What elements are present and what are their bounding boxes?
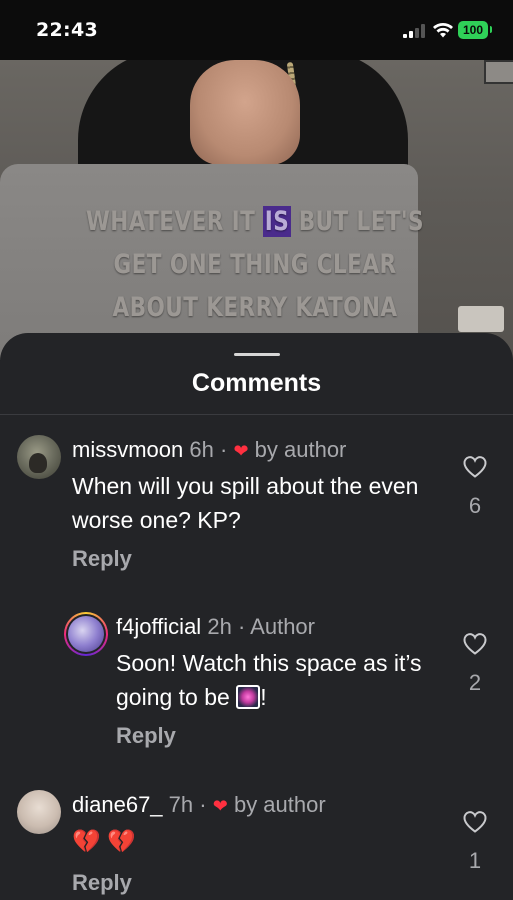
comment-username[interactable]: missvmoon — [72, 437, 183, 462]
heart-icon: ❤ — [212, 796, 228, 816]
status-bar: 22:43 100 — [0, 0, 513, 60]
avatar[interactable] — [17, 790, 61, 834]
reply-button[interactable]: Reply — [72, 870, 132, 896]
comment-username[interactable]: f4jofficial — [116, 614, 201, 639]
person-hands — [190, 60, 300, 165]
video-player[interactable]: WHATEVER IT IS BUT LET'S GET ONE THING C… — [0, 60, 513, 360]
meta-separator: · — [237, 614, 246, 639]
comment-time: 2h — [207, 614, 232, 639]
like-count: 6 — [468, 493, 482, 518]
heart-outline-icon[interactable] — [462, 810, 488, 834]
like-count: 2 — [468, 670, 482, 695]
like-count: 1 — [468, 848, 482, 873]
comment-username[interactable]: diane67_ — [72, 792, 163, 817]
heart-icon: ❤ — [233, 441, 249, 461]
caption-highlighted-word: IS — [263, 206, 291, 237]
wall-picture-frame — [484, 60, 513, 84]
liked-by-author: by author — [233, 792, 326, 817]
sheet-drag-handle[interactable] — [234, 353, 280, 356]
wall-socket — [458, 306, 504, 332]
cellular-signal-icon — [403, 24, 427, 38]
comment-time: 6h — [189, 437, 214, 462]
meta-separator: · — [219, 437, 228, 462]
comment-text: Soon! Watch this space as it’s going to … — [116, 646, 446, 714]
avatar[interactable] — [17, 435, 61, 479]
author-label: Author — [250, 614, 315, 639]
comment-meta: diane67_ 7h · ❤ by author — [72, 792, 326, 818]
comment-meta: missvmoon 6h · ❤ by author — [72, 437, 346, 463]
comment-time: 7h — [168, 792, 194, 817]
liked-by-author: by author — [254, 437, 347, 462]
comment-meta: f4jofficial 2h · Author — [116, 614, 315, 640]
sheet-divider — [0, 414, 513, 415]
reply-button[interactable]: Reply — [72, 546, 132, 572]
caption-text-start: WHATEVER IT — [86, 206, 264, 237]
status-time: 22:43 — [36, 19, 98, 41]
reply-button[interactable]: Reply — [116, 723, 176, 749]
comment-reply-item: f4jofficial 2h · Author Soon! Watch this… — [0, 610, 513, 780]
comments-sheet: Comments missvmoon 6h · ❤ by author When… — [0, 333, 513, 900]
avatar[interactable] — [64, 612, 108, 656]
comment-text: When will you spill about the even worse… — [72, 473, 419, 533]
sheet-title: Comments — [191, 369, 322, 397]
heart-outline-icon[interactable] — [462, 632, 488, 656]
battery-tip — [490, 26, 492, 33]
avatar-inner — [66, 614, 106, 654]
battery-icon: 100 — [458, 21, 488, 39]
meta-separator: · — [199, 792, 207, 817]
wifi-icon — [433, 23, 453, 38]
sparkle-emoji-icon — [236, 685, 261, 709]
heart-outline-icon[interactable] — [462, 455, 488, 479]
comment-item: missvmoon 6h · ❤ by author When will you… — [0, 433, 513, 593]
avatar-image — [68, 616, 104, 652]
video-caption: WHATEVER IT IS BUT LET'S GET ONE THING C… — [83, 200, 427, 329]
comment-item: diane67_ 7h · ❤ by author 💔 💔 Reply 1 — [0, 788, 513, 900]
comment-text-start: Soon! Watch this space as it’s going to … — [116, 650, 422, 710]
comment-text-end: ! — [260, 684, 267, 710]
comment-text: 💔 💔 — [72, 828, 136, 854]
